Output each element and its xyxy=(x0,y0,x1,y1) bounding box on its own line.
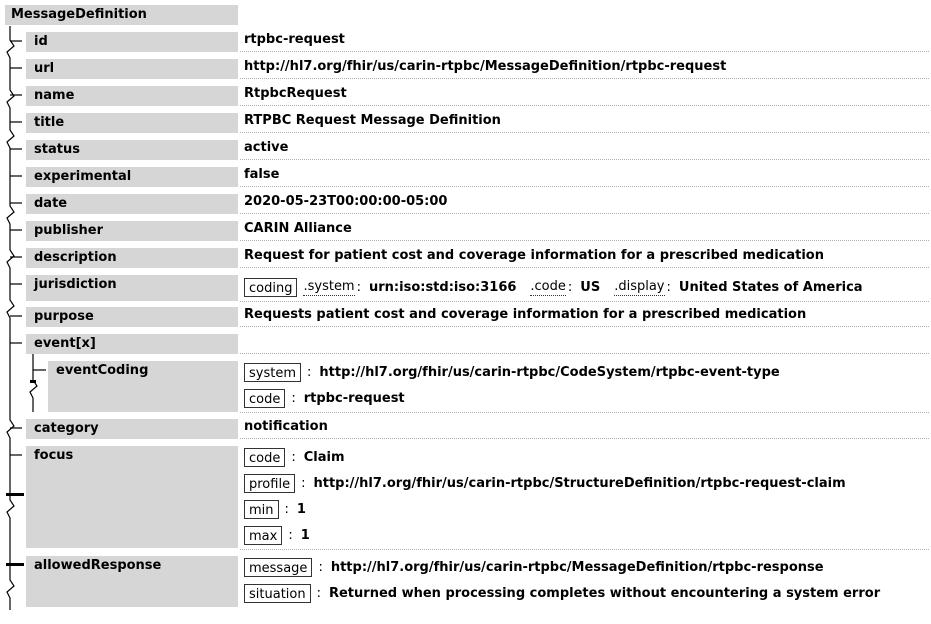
focus-code-line: code : Claim xyxy=(244,446,345,468)
response-situation-label: situation xyxy=(244,583,311,603)
field-label-publisher: publisher xyxy=(26,221,238,241)
field-row-jurisdiction: jurisdiction coding .system : urn:iso:st… xyxy=(0,274,931,302)
resource-type-label: MessageDefinition xyxy=(5,5,238,25)
response-message-line: message : http://hl7.org/fhir/us/carin-r… xyxy=(244,556,824,578)
field-row-description: description Request for patient cost and… xyxy=(0,247,931,268)
field-row-purpose: purpose Requests patient cost and covera… xyxy=(0,306,931,327)
event-code-value: rtpbc-request xyxy=(303,390,405,406)
field-value-experimental: false xyxy=(244,167,280,182)
focus-min-value: 1 xyxy=(296,501,306,517)
field-label-name: name xyxy=(26,86,238,106)
field-label-experimental: experimental xyxy=(26,167,238,187)
focus-profile-value: http://hl7.org/fhir/us/carin-rtpbc/Struc… xyxy=(313,475,846,491)
field-label-allowed-response: allowedResponse xyxy=(26,556,238,607)
field-row-id: id rtpbc-request xyxy=(0,31,931,52)
focus-min-line: min : 1 xyxy=(244,498,306,520)
response-situation-value: Returned when processing completes witho… xyxy=(328,585,881,601)
field-value-title: RTPBC Request Message Definition xyxy=(244,113,501,128)
field-row-status: status active xyxy=(0,139,931,160)
display-value: United States of America xyxy=(678,279,863,295)
focus-code-value: Claim xyxy=(303,449,345,465)
field-row-title: title RTPBC Request Message Definition xyxy=(0,112,931,133)
focus-profile-label: profile xyxy=(244,473,296,493)
field-row-category: category notification xyxy=(0,418,931,439)
event-system-label: system xyxy=(244,362,301,382)
field-label-date: date xyxy=(26,194,238,214)
response-situation-line: situation : Returned when processing com… xyxy=(244,582,880,604)
focus-max-value: 1 xyxy=(300,527,310,543)
field-label-event-coding: eventCoding xyxy=(48,361,238,412)
field-value-category: notification xyxy=(244,419,328,434)
field-row-event-coding: eventCoding system : http://hl7.org/fhir… xyxy=(0,360,931,413)
field-label-title: title xyxy=(26,113,238,133)
display-label: .display xyxy=(614,278,665,296)
field-label-purpose: purpose xyxy=(26,307,238,327)
focus-min-label: min xyxy=(244,499,279,519)
field-value-description: Request for patient cost and coverage in… xyxy=(244,248,824,263)
field-value-url: http://hl7.org/fhir/us/carin-rtpbc/Messa… xyxy=(244,59,727,74)
field-value-purpose: Requests patient cost and coverage infor… xyxy=(244,307,807,322)
event-system-value: http://hl7.org/fhir/us/carin-rtpbc/CodeS… xyxy=(319,364,780,380)
field-row-focus: focus code : Claim profile : http://hl7.… xyxy=(0,445,931,550)
field-row-experimental: experimental false xyxy=(0,166,931,187)
field-label-event: event[x] xyxy=(26,334,238,354)
field-value-publisher: CARIN Alliance xyxy=(244,221,352,236)
code-value: US xyxy=(580,279,601,295)
field-value-status: active xyxy=(244,140,289,155)
field-label-id: id xyxy=(26,32,238,52)
focus-max-line: max : 1 xyxy=(244,524,310,546)
field-row-publisher: publisher CARIN Alliance xyxy=(0,220,931,241)
event-code-label: code xyxy=(244,388,286,408)
code-label: .code xyxy=(530,278,566,296)
field-value-name: RtpbcRequest xyxy=(244,86,347,101)
field-label-description: description xyxy=(26,248,238,268)
field-row-name: name RtpbcRequest xyxy=(0,85,931,106)
field-label-status: status xyxy=(26,140,238,160)
focus-profile-line: profile : http://hl7.org/fhir/us/carin-r… xyxy=(244,472,846,494)
focus-code-label: code xyxy=(244,447,286,467)
jurisdiction-coding: coding .system : urn:iso:std:iso:3166 .c… xyxy=(244,276,863,298)
field-row-event: event[x] xyxy=(0,333,931,354)
field-row-allowed-response: allowedResponse message : http://hl7.org… xyxy=(0,555,931,607)
response-message-value: http://hl7.org/fhir/us/carin-rtpbc/Messa… xyxy=(330,559,824,575)
coding-label: coding xyxy=(244,277,298,297)
system-value: urn:iso:std:iso:3166 xyxy=(369,279,517,295)
field-label-jurisdiction: jurisdiction xyxy=(26,275,238,301)
field-label-focus: focus xyxy=(26,446,238,548)
event-system-line: system : http://hl7.org/fhir/us/carin-rt… xyxy=(244,361,780,383)
event-code-line: code : rtpbc-request xyxy=(244,387,405,409)
response-message-label: message xyxy=(244,557,313,577)
field-value-date: 2020-05-23T00:00:00-05:00 xyxy=(244,194,448,209)
field-label-url: url xyxy=(26,59,238,79)
system-label: .system xyxy=(303,278,355,296)
focus-max-label: max xyxy=(244,525,283,545)
field-value-id: rtpbc-request xyxy=(244,32,345,47)
field-row-date: date 2020-05-23T00:00:00-05:00 xyxy=(0,193,931,214)
field-label-category: category xyxy=(26,419,238,439)
field-row-url: url http://hl7.org/fhir/us/carin-rtpbc/M… xyxy=(0,58,931,79)
